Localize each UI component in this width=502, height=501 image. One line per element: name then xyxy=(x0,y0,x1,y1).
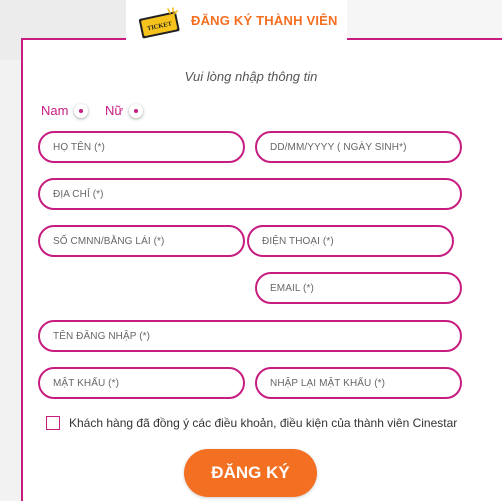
email-field[interactable]: EMAIL (*) xyxy=(255,272,462,304)
password-field[interactable]: MẬT KHẨU (*) xyxy=(38,367,245,399)
register-button[interactable]: ĐĂNG KÝ xyxy=(184,449,317,497)
phone-placeholder: ĐIỆN THOẠI (*) xyxy=(262,235,334,247)
form-subtitle: Vui lòng nhập thông tin xyxy=(184,69,318,84)
password-placeholder: MẬT KHẨU (*) xyxy=(53,377,120,389)
birthday-placeholder: DD/MM/YYYY ( NGÀY SINH*) xyxy=(270,141,407,153)
email-placeholder: EMAIL (*) xyxy=(270,282,314,294)
gender-male-label: Nam xyxy=(41,103,69,118)
address-field[interactable]: ĐỊA CHỈ (*) xyxy=(38,178,462,210)
registration-tab-header: TICKET ĐĂNG KÝ THÀNH VIÊN xyxy=(126,0,347,42)
gender-male-radio[interactable] xyxy=(74,103,89,118)
ticket-icon: TICKET xyxy=(138,7,180,39)
phone-field[interactable]: ĐIỆN THOẠI (*) xyxy=(247,225,454,257)
id-number-field[interactable]: SỐ CMNN/BẰNG LÁI (*) xyxy=(38,225,245,257)
id-number-placeholder: SỐ CMNN/BẰNG LÁI (*) xyxy=(53,235,165,247)
registration-card xyxy=(21,38,502,501)
gender-male-option[interactable]: Nam xyxy=(41,103,89,118)
gender-female-option[interactable]: Nữ xyxy=(105,103,144,118)
terms-agreement[interactable]: Khách hàng đã đồng ý các điều khoản, điề… xyxy=(46,416,457,430)
full-name-placeholder: HỌ TÊN (*) xyxy=(53,141,105,153)
gender-female-radio[interactable] xyxy=(129,103,144,118)
terms-label: Khách hàng đã đồng ý các điều khoản, điề… xyxy=(69,416,458,430)
confirm-password-placeholder: NHẬP LẠI MẬT KHẨU (*) xyxy=(270,377,386,389)
username-field[interactable]: TÊN ĐĂNG NHẬP (*) xyxy=(38,320,462,352)
birthday-field[interactable]: DD/MM/YYYY ( NGÀY SINH*) xyxy=(255,131,462,163)
address-placeholder: ĐỊA CHỈ (*) xyxy=(53,188,104,200)
full-name-field[interactable]: HỌ TÊN (*) xyxy=(38,131,245,163)
page-title: ĐĂNG KÝ THÀNH VIÊN xyxy=(191,13,338,28)
terms-checkbox[interactable] xyxy=(46,416,60,430)
username-placeholder: TÊN ĐĂNG NHẬP (*) xyxy=(53,330,151,342)
gender-female-label: Nữ xyxy=(105,103,124,118)
confirm-password-field[interactable]: NHẬP LẠI MẬT KHẨU (*) xyxy=(255,367,462,399)
